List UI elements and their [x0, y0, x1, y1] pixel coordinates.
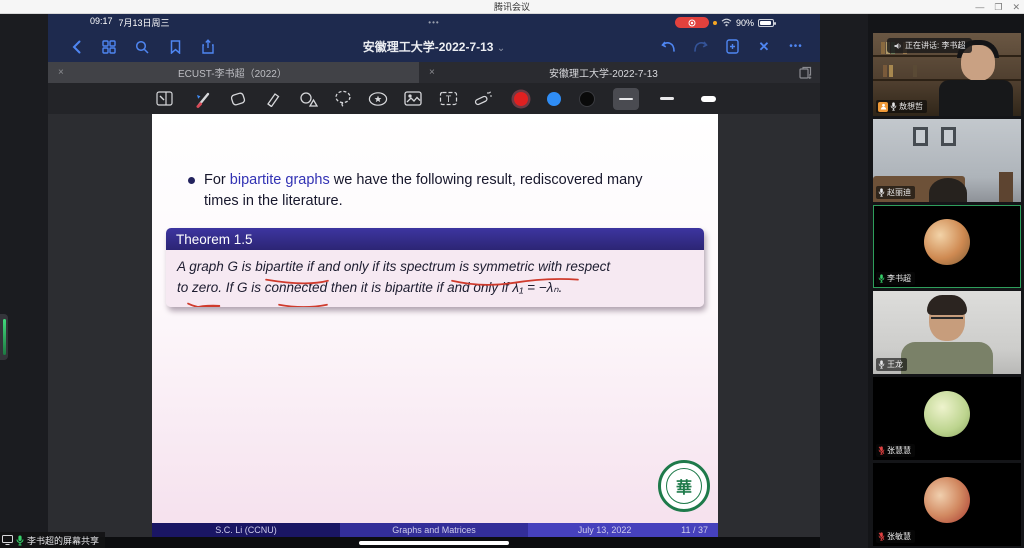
- new-tab-button[interactable]: [790, 62, 820, 83]
- video-tile[interactable]: 张敏慧: [873, 463, 1021, 546]
- monitor-icon: [2, 535, 13, 545]
- lasso-select-icon[interactable]: [333, 89, 353, 109]
- participant-nametag: 赵丽迪: [876, 186, 915, 199]
- footer-date-page: July 13, 2022 11 / 37: [528, 523, 718, 537]
- avatar: [924, 219, 970, 265]
- more-options-button[interactable]: •••: [788, 39, 804, 55]
- record-icon: [688, 19, 696, 27]
- video-tile-speaking[interactable]: 李书超: [873, 205, 1021, 288]
- tencent-meeting-window: 腾讯会议 — ❐ ✕ 09:17 7月13日周三 •••: [0, 0, 1024, 548]
- battery-percent: 90%: [736, 18, 754, 28]
- avatar: [924, 477, 970, 523]
- theorem-body: A graph G is bipartite if and only if it…: [166, 250, 704, 307]
- annotation-toolbar: T: [48, 83, 820, 114]
- shared-screen-area: 09:17 7月13日周三 •••: [0, 14, 868, 548]
- tab-anhui[interactable]: × 安徽理工大学-2022-7-13: [419, 62, 790, 83]
- close-button[interactable]: ✕: [1012, 0, 1020, 14]
- add-page-button[interactable]: [724, 39, 740, 55]
- footer-page-number: 11 / 37: [681, 525, 708, 535]
- participant-nametag: 张敏慧: [876, 530, 915, 543]
- hotspot-dot-icon: [713, 21, 717, 25]
- wifi-icon: [721, 18, 732, 27]
- ipad-bottom-bar: [48, 537, 820, 548]
- participant-nametag: 敖想哲: [876, 100, 927, 113]
- page-canvas[interactable]: For bipartite graphs we have the followi…: [48, 114, 820, 537]
- title-caret-icon: ⌄: [497, 43, 505, 54]
- tape-wand-icon[interactable]: [473, 89, 493, 109]
- color-red-selected[interactable]: [514, 92, 528, 106]
- close-document-button[interactable]: ✕: [756, 39, 772, 55]
- stroke-thin-selected[interactable]: [613, 88, 639, 110]
- ipad-screen-share: 09:17 7月13日周三 •••: [48, 14, 820, 548]
- stroke-thick[interactable]: [695, 88, 721, 110]
- mic-speaking-icon: [878, 274, 885, 283]
- color-black[interactable]: [580, 92, 594, 106]
- participant-nametag: 王龙: [876, 358, 907, 371]
- theorem-title: Theorem 1.5: [166, 228, 704, 250]
- slide-footer: S.C. Li (CCNU) Graphs and Matrices July …: [152, 523, 718, 537]
- text-tool-icon[interactable]: T: [438, 89, 458, 109]
- avatar: [924, 391, 970, 437]
- pen-tool-selected[interactable]: [193, 89, 213, 109]
- laser-pointer-icon[interactable]: [368, 89, 388, 109]
- mic-muted-icon: [878, 532, 885, 541]
- share-badge-label: 李书超的屏幕共享: [27, 534, 99, 547]
- redo-button[interactable]: [692, 39, 708, 55]
- bullet-icon: [188, 177, 195, 184]
- footer-short-title: Graphs and Matrices: [340, 523, 528, 537]
- bipartite-graphs-term: bipartite graphs: [230, 172, 330, 188]
- beamer-slide: For bipartite graphs we have the followi…: [152, 114, 718, 537]
- mic-on-icon: [890, 102, 897, 111]
- video-tile[interactable]: 张慧慧: [873, 377, 1021, 460]
- presenter-icon: [878, 102, 888, 112]
- video-tile[interactable]: 赵丽迪: [873, 119, 1021, 202]
- speaking-banner-text: 正在讲话: 李书超: [905, 40, 965, 51]
- shapes-tool-icon[interactable]: [298, 89, 318, 109]
- bullet-paragraph: For bipartite graphs we have the followi…: [204, 170, 642, 212]
- mic-on-icon: [16, 535, 24, 546]
- speaking-banner: 正在讲话: 李书超: [887, 38, 972, 53]
- svg-text:T: T: [445, 94, 451, 104]
- color-blue[interactable]: [547, 92, 561, 106]
- tab-ecust[interactable]: × ECUST-李书超（2022）: [48, 62, 419, 83]
- sidebar-volume-handle[interactable]: [0, 314, 8, 360]
- home-indicator[interactable]: [359, 541, 509, 545]
- eraser-icon[interactable]: [228, 89, 248, 109]
- ipad-status-bar: 09:17 7月13日周三 •••: [48, 14, 820, 31]
- window-title: 腾讯会议: [494, 0, 530, 13]
- restore-button[interactable]: ❐: [994, 0, 1002, 14]
- mic-on-icon: [878, 360, 885, 369]
- speaker-icon: [894, 42, 902, 50]
- video-tile-presenter[interactable]: 正在讲话: 李书超 敖想哲: [873, 33, 1021, 116]
- screen-share-badge: 李书超的屏幕共享: [0, 532, 105, 548]
- footer-author: S.C. Li (CCNU): [152, 523, 340, 537]
- participant-nametag: 李书超: [876, 272, 915, 285]
- university-logo: 華: [658, 460, 710, 512]
- battery-icon: [758, 19, 774, 27]
- minimize-button[interactable]: —: [975, 0, 984, 14]
- theorem-box: Theorem 1.5 A graph G is bipartite if an…: [166, 228, 704, 307]
- mic-on-icon: [878, 188, 885, 197]
- participant-nametag: 张慧慧: [876, 444, 915, 457]
- page-notes-icon[interactable]: [154, 89, 174, 109]
- image-tool-icon[interactable]: [403, 89, 423, 109]
- window-titlebar: 腾讯会议 — ❐ ✕: [0, 0, 1024, 14]
- stroke-medium[interactable]: [654, 88, 680, 110]
- participant-strip: 正在讲话: 李书超 敖想哲: [868, 14, 1024, 548]
- document-nav-bar: 安徽理工大学-2022-7-13 ⌄: [48, 31, 820, 62]
- recording-indicator-pill: [675, 17, 709, 28]
- footer-date: July 13, 2022: [528, 525, 681, 535]
- undo-button[interactable]: [660, 39, 676, 55]
- highlighter-icon[interactable]: [263, 89, 283, 109]
- video-tile[interactable]: 王龙: [873, 291, 1021, 374]
- document-tab-bar: × ECUST-李书超（2022） × 安徽理工大学-2022-7-13: [48, 62, 820, 83]
- mic-muted-icon: [878, 446, 885, 455]
- green-level-bar: [3, 319, 6, 355]
